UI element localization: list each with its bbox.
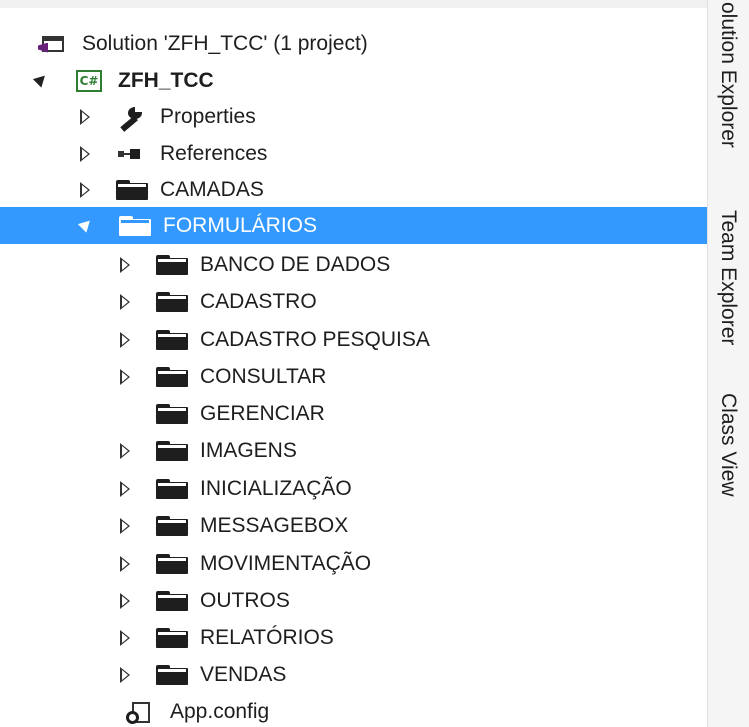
- collapsed-arrow-icon[interactable]: [120, 368, 130, 385]
- collapsed-arrow-icon[interactable]: [80, 108, 90, 125]
- tree-item-folder[interactable]: MESSAGEBOX: [0, 507, 707, 544]
- folder-icon: [156, 551, 188, 577]
- solution-explorer-tree: Solution 'ZFH_TCC' (1 project) C# ZFH_TC…: [0, 0, 707, 727]
- collapsed-arrow-icon[interactable]: [80, 145, 90, 162]
- collapsed-arrow-icon[interactable]: [120, 517, 130, 534]
- expanded-arrow-icon[interactable]: [77, 216, 95, 233]
- wrench-icon: [116, 104, 148, 132]
- folder-icon: [156, 401, 188, 427]
- tree-item-label: RELATÓRIOS: [200, 626, 334, 649]
- project-label: ZFH_TCC: [118, 69, 214, 92]
- tree-item-folder[interactable]: IMAGENS: [0, 432, 707, 469]
- tree-item-properties[interactable]: Properties: [0, 98, 707, 135]
- config-file-icon: [126, 699, 158, 725]
- folder-icon: [156, 289, 188, 315]
- folder-icon: [156, 662, 188, 688]
- collapsed-arrow-icon[interactable]: [120, 629, 130, 646]
- collapsed-arrow-icon[interactable]: [120, 592, 130, 609]
- collapsed-arrow-icon[interactable]: [120, 666, 130, 683]
- tree-item-folder[interactable]: BANCO DE DADOS: [0, 246, 707, 283]
- tree-item-folder[interactable]: GERENCIAR: [0, 395, 707, 432]
- folder-icon: [156, 252, 188, 278]
- tree-item-appconfig[interactable]: App.config: [0, 693, 707, 727]
- tree-item-label: BANCO DE DADOS: [200, 253, 391, 276]
- tree-item-folder[interactable]: CADASTRO PESQUISA: [0, 321, 707, 358]
- tree-item-folder[interactable]: MOVIMENTAÇÃO: [0, 545, 707, 582]
- tree-item-folder[interactable]: VENDAS: [0, 656, 707, 693]
- tree-item-label: CADASTRO PESQUISA: [200, 328, 430, 351]
- tree-item-label: References: [160, 142, 268, 165]
- tree-item-label: FORMULÁRIOS: [163, 214, 318, 237]
- tree-item-label: CADASTRO: [200, 290, 317, 313]
- tree-item-label: MESSAGEBOX: [200, 514, 349, 537]
- solution-node[interactable]: Solution 'ZFH_TCC' (1 project): [0, 25, 707, 62]
- tree-item-label: VENDAS: [200, 663, 287, 686]
- tree-item-label: GERENCIAR: [200, 402, 325, 425]
- tree-item-label: OUTROS: [200, 589, 290, 612]
- tree-item-label: IMAGENS: [200, 439, 297, 462]
- tab-team-explorer[interactable]: Team Explorer: [716, 210, 740, 345]
- tree-item-folder[interactable]: CADASTRO: [0, 283, 707, 320]
- folder-icon: [156, 476, 188, 502]
- open-folder-icon: [119, 213, 151, 239]
- folder-icon: [156, 438, 188, 464]
- folder-icon: [156, 513, 188, 539]
- tree-item-formularios[interactable]: FORMULÁRIOS: [0, 207, 707, 244]
- collapsed-arrow-icon[interactable]: [120, 293, 130, 310]
- collapsed-arrow-icon[interactable]: [120, 331, 130, 348]
- folder-icon: [156, 364, 188, 390]
- references-icon: [116, 141, 148, 167]
- tree-item-label: Properties: [160, 105, 256, 128]
- solution-label: Solution 'ZFH_TCC' (1 project): [82, 32, 368, 55]
- expanded-arrow-icon[interactable]: [32, 71, 50, 88]
- tree-item-folder[interactable]: RELATÓRIOS: [0, 619, 707, 656]
- folder-icon: [156, 327, 188, 353]
- tree-item-camadas[interactable]: CAMADAS: [0, 171, 707, 208]
- tree-item-references[interactable]: References: [0, 135, 707, 172]
- collapsed-arrow-icon[interactable]: [80, 181, 90, 198]
- tab-class-view[interactable]: Class View: [716, 393, 740, 496]
- tree-item-folder[interactable]: CONSULTAR: [0, 358, 707, 395]
- collapsed-arrow-icon[interactable]: [120, 256, 130, 273]
- solution-icon: [38, 31, 70, 57]
- collapsed-arrow-icon[interactable]: [120, 555, 130, 572]
- tree-item-label: CONSULTAR: [200, 365, 327, 388]
- tab-solution-explorer[interactable]: olution Explorer: [716, 2, 740, 148]
- tree-item-label: INICIALIZAÇÃO: [200, 477, 352, 500]
- tree-item-label: App.config: [170, 700, 270, 723]
- collapsed-arrow-icon[interactable]: [120, 442, 130, 459]
- tree-item-label: CAMADAS: [160, 178, 264, 201]
- csharp-project-icon: C#: [74, 68, 106, 94]
- tree-item-folder[interactable]: INICIALIZAÇÃO: [0, 470, 707, 507]
- folder-icon: [156, 588, 188, 614]
- project-node[interactable]: C# ZFH_TCC: [0, 62, 707, 99]
- collapsed-arrow-icon[interactable]: [120, 480, 130, 497]
- folder-icon: [156, 625, 188, 651]
- folder-icon: [116, 177, 148, 203]
- tree-item-folder[interactable]: OUTROS: [0, 582, 707, 619]
- tree-item-label: MOVIMENTAÇÃO: [200, 552, 372, 575]
- side-tool-tabs: olution Explorer Team Explorer Class Vie…: [707, 0, 749, 727]
